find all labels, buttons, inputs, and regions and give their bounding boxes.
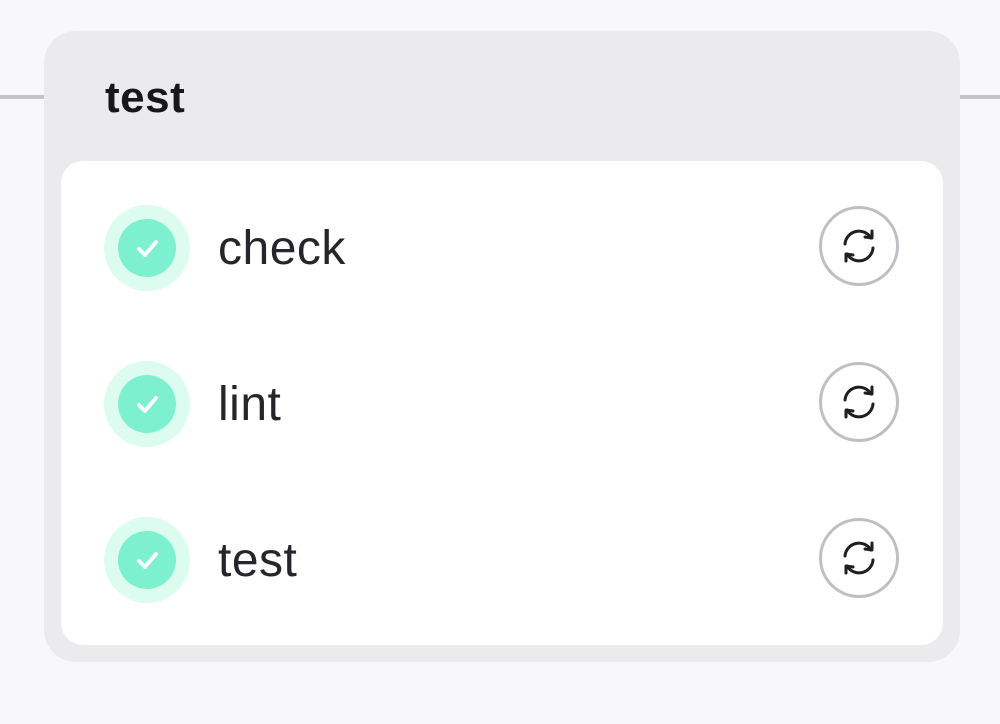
job-row-lint[interactable]: lint: [61, 357, 943, 453]
job-name[interactable]: lint: [218, 375, 281, 435]
job-status-passed: [104, 517, 190, 603]
pipeline-connector-left: [0, 95, 46, 99]
job-row-check[interactable]: check: [61, 201, 943, 297]
stage-card: test check lint test: [44, 31, 960, 662]
retry-icon: [843, 385, 875, 419]
retry-button[interactable]: [819, 362, 899, 442]
check-icon: [118, 531, 176, 589]
job-row-test[interactable]: test: [61, 513, 943, 609]
retry-button[interactable]: [819, 206, 899, 286]
job-name[interactable]: check: [218, 219, 346, 279]
job-name[interactable]: test: [218, 531, 297, 591]
retry-button[interactable]: [819, 518, 899, 598]
retry-icon: [843, 541, 875, 575]
pipeline-canvas: test check lint test: [0, 0, 1000, 724]
check-icon: [118, 375, 176, 433]
check-icon: [118, 219, 176, 277]
job-status-passed: [104, 361, 190, 447]
retry-icon: [843, 229, 875, 263]
jobs-list: check lint test: [61, 161, 943, 645]
pipeline-connector-right: [958, 95, 1000, 99]
stage-title: test: [105, 73, 186, 122]
job-status-passed: [104, 205, 190, 291]
